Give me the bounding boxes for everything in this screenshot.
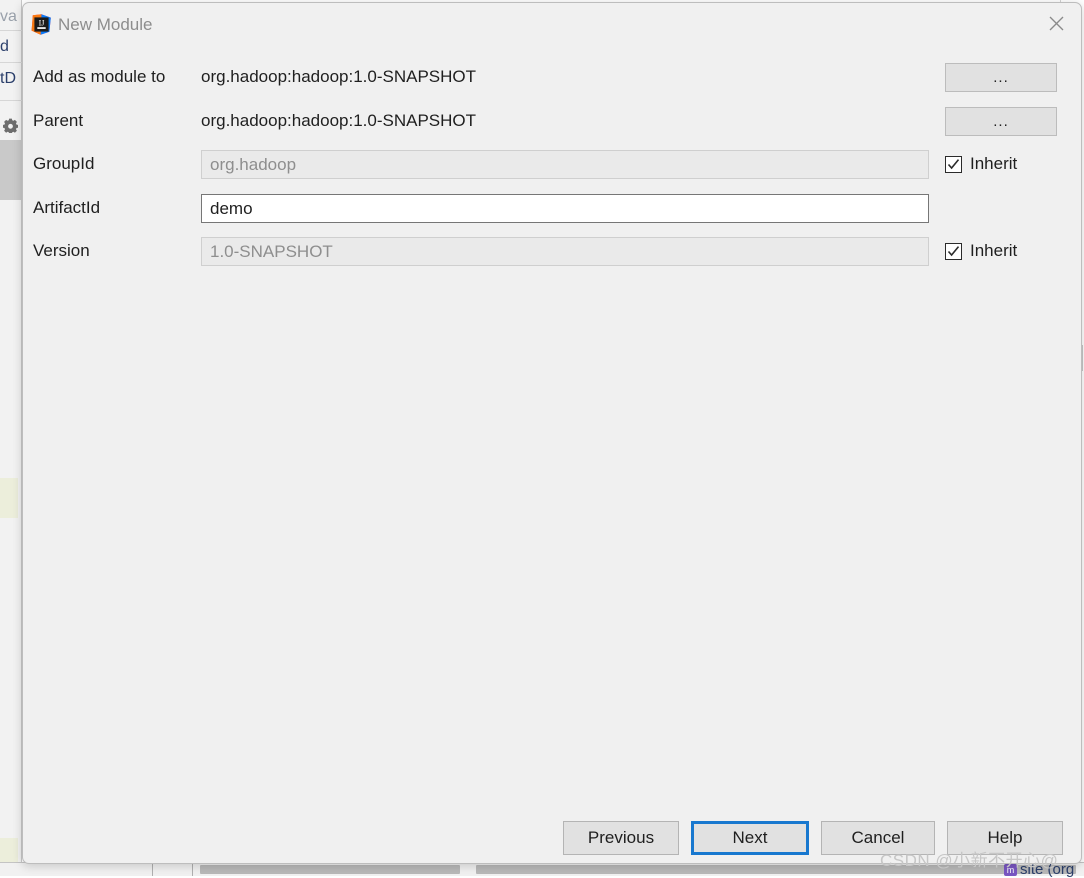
svg-text:IJ: IJ bbox=[39, 18, 45, 27]
group-id-input[interactable] bbox=[201, 150, 929, 179]
background-left-divider bbox=[0, 30, 22, 31]
version-inherit-checkbox[interactable]: Inherit bbox=[945, 235, 1017, 267]
maven-badge: m bbox=[1004, 864, 1017, 876]
browse-add-as-module-to-button[interactable]: ... bbox=[945, 63, 1057, 92]
row-artifact-id: ArtifactId bbox=[23, 192, 1081, 224]
browse-parent-button[interactable]: ... bbox=[945, 107, 1057, 136]
background-left-divider bbox=[0, 100, 22, 101]
background-left-divider bbox=[0, 62, 22, 63]
intellij-idea-logo-icon: IJ bbox=[31, 14, 52, 35]
row-add-as-module-to: Add as module to org.hadoop:hadoop:1.0-S… bbox=[23, 61, 1081, 93]
background-left-fragment: tD bbox=[0, 70, 22, 88]
label-version: Version bbox=[33, 235, 90, 267]
checkbox-checked-icon bbox=[945, 243, 962, 260]
background-left-fragment: va bbox=[0, 8, 22, 26]
row-version: Version Inherit bbox=[23, 235, 1081, 267]
horizontal-scrollbar[interactable] bbox=[200, 865, 460, 874]
new-module-dialog: IJ New Module Add as module to org.hadoo… bbox=[22, 2, 1082, 864]
group-id-inherit-checkbox[interactable]: Inherit bbox=[945, 148, 1017, 180]
background-line-highlight bbox=[0, 838, 18, 864]
dialog-title: New Module bbox=[58, 14, 153, 35]
cancel-button[interactable]: Cancel bbox=[821, 821, 935, 855]
background-line-highlight bbox=[0, 478, 18, 518]
label-artifact-id: ArtifactId bbox=[33, 192, 100, 224]
background-left-fragment: d bbox=[0, 38, 22, 56]
version-input[interactable] bbox=[201, 237, 929, 266]
group-id-inherit-label: Inherit bbox=[970, 154, 1017, 174]
label-group-id: GroupId bbox=[33, 148, 94, 180]
checkbox-checked-icon bbox=[945, 156, 962, 173]
help-button[interactable]: Help bbox=[947, 821, 1063, 855]
dialog-titlebar[interactable]: IJ New Module bbox=[23, 3, 1081, 47]
row-parent: Parent org.hadoop:hadoop:1.0-SNAPSHOT ..… bbox=[23, 105, 1081, 137]
label-parent: Parent bbox=[33, 105, 83, 137]
version-inherit-label: Inherit bbox=[970, 241, 1017, 261]
row-group-id: GroupId Inherit bbox=[23, 148, 1081, 180]
background-status-tick bbox=[192, 862, 193, 876]
close-icon[interactable] bbox=[1033, 3, 1079, 43]
value-parent: org.hadoop:hadoop:1.0-SNAPSHOT bbox=[201, 105, 476, 137]
background-status-tick bbox=[152, 862, 153, 876]
value-add-as-module-to: org.hadoop:hadoop:1.0-SNAPSHOT bbox=[201, 61, 476, 93]
label-add-as-module-to: Add as module to bbox=[33, 61, 165, 93]
previous-button[interactable]: Previous bbox=[563, 821, 679, 855]
background-left-selection bbox=[0, 140, 22, 200]
gear-icon[interactable] bbox=[3, 118, 18, 133]
horizontal-scrollbar[interactable] bbox=[476, 865, 1076, 874]
artifact-id-input[interactable] bbox=[201, 194, 929, 223]
next-button[interactable]: Next bbox=[691, 821, 809, 855]
